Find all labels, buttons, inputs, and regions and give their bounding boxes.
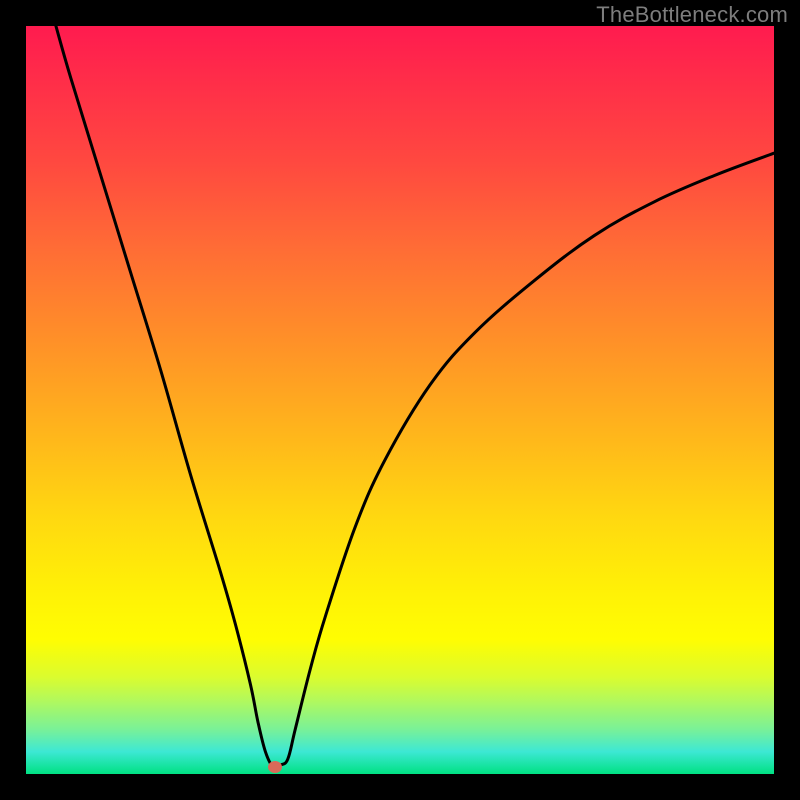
chart-frame <box>0 0 800 800</box>
watermark-text: TheBottleneck.com <box>596 2 788 28</box>
